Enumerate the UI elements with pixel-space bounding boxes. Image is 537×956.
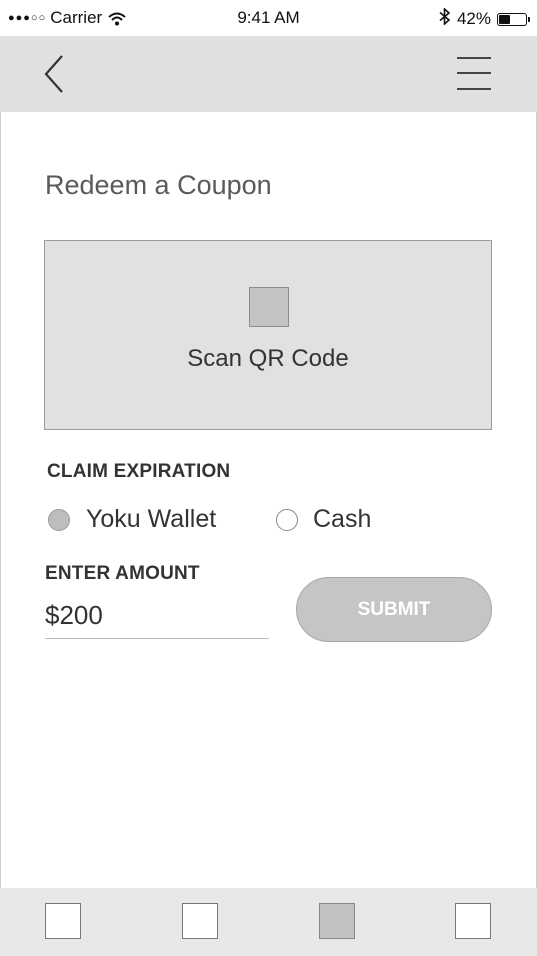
back-button[interactable] xyxy=(38,52,72,96)
hamburger-line xyxy=(457,72,491,74)
radio-label: Cash xyxy=(313,505,372,533)
navigation-bar xyxy=(0,36,537,112)
status-right: 42% xyxy=(439,7,530,30)
tab-2[interactable] xyxy=(182,903,218,939)
radio-cash[interactable]: Cash xyxy=(276,505,371,534)
chevron-left-icon xyxy=(44,55,63,93)
status-bar: ●●●○○ Carrier 9:41 AM 42% xyxy=(0,0,537,36)
page-title: Redeem a Coupon xyxy=(45,170,272,200)
battery-level xyxy=(499,14,510,24)
tab-3[interactable] xyxy=(319,903,355,939)
radio-yoku-wallet[interactable]: Yoku Wallet xyxy=(48,505,216,534)
amount-input[interactable]: $200 xyxy=(45,600,269,639)
scan-qr-button[interactable]: Scan QR Code xyxy=(44,240,492,430)
menu-button[interactable] xyxy=(455,54,495,94)
hamburger-line xyxy=(457,88,491,90)
amount-value: $200 xyxy=(45,600,103,630)
claim-expiration-heading: CLAIM EXPIRATION xyxy=(47,461,231,482)
battery-icon xyxy=(497,12,530,26)
tab-4[interactable] xyxy=(455,903,491,939)
battery-percent: 42% xyxy=(456,9,491,28)
tab-1[interactable] xyxy=(45,903,81,939)
scan-qr-label: Scan QR Code xyxy=(187,345,349,372)
radio-circle-selected xyxy=(48,508,70,531)
enter-amount-heading: ENTER AMOUNT xyxy=(45,563,200,584)
bluetooth-icon xyxy=(439,7,451,30)
hamburger-menu-icon xyxy=(457,57,491,59)
tab-bar xyxy=(0,888,537,956)
radio-circle xyxy=(276,508,298,531)
submit-button[interactable]: SUBMIT xyxy=(296,577,492,642)
radio-label: Yoku Wallet xyxy=(86,505,217,533)
qr-code-icon xyxy=(249,287,289,327)
